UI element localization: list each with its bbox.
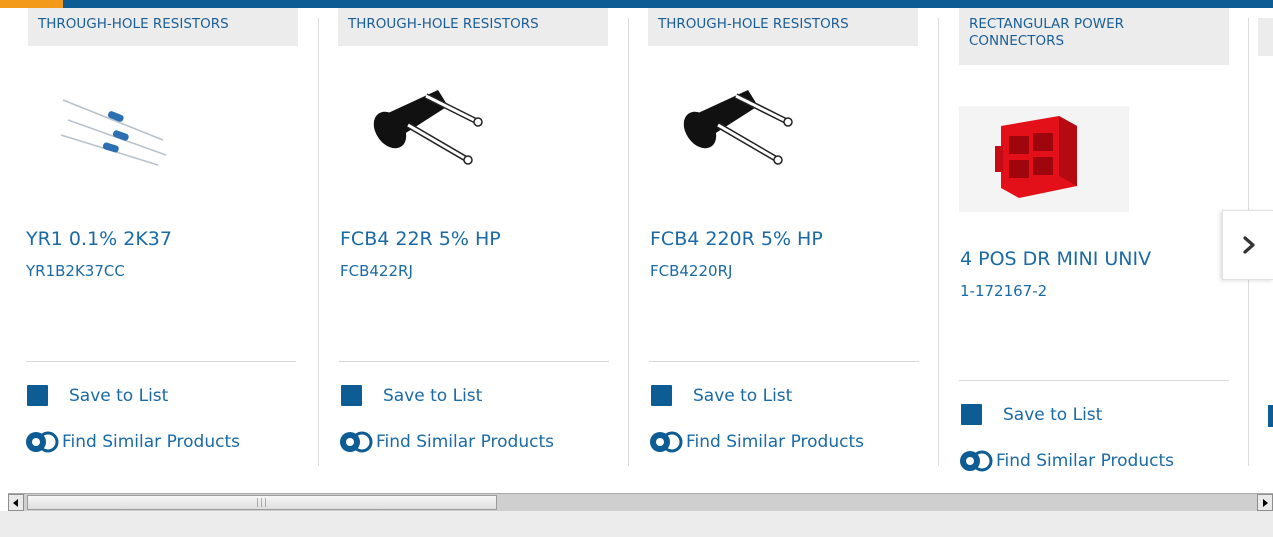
horizontal-scrollbar[interactable]: |||: [8, 493, 1273, 511]
save-to-list-button[interactable]: Save to List: [341, 385, 482, 406]
part-number[interactable]: FCB422RJ: [340, 262, 413, 280]
scroll-thumb[interactable]: |||: [27, 495, 497, 510]
top-accent-bar: [0, 0, 1273, 8]
category-tag[interactable]: RECTANGULAR POWER CONNECTORS: [959, 8, 1229, 65]
grip-icon: |||: [255, 497, 269, 508]
orange-accent: [0, 0, 63, 8]
red-connector-image[interactable]: [959, 106, 1129, 212]
category-tag[interactable]: THROUGH-HOLE RESISTORS: [338, 8, 608, 46]
product-card: RECTANGULAR POWER CONNECTORS 4 POS DR MI…: [959, 8, 1229, 488]
save-to-list-label: Save to List: [383, 385, 483, 406]
scroll-right-button[interactable]: [1257, 494, 1273, 511]
gear-icon: [340, 431, 373, 453]
card-divider: [628, 18, 629, 466]
power-resistor-image[interactable]: [368, 70, 488, 180]
save-to-list-button[interactable]: Save to List: [651, 385, 792, 406]
category-tag[interactable]: THROUGH-HOLE RESISTORS: [648, 8, 918, 46]
card-divider: [938, 18, 939, 466]
save-to-list-button[interactable]: Save to List: [961, 404, 1102, 425]
card-divider: [318, 18, 319, 466]
arrow-right-icon: [1263, 498, 1268, 507]
card-separator: [339, 361, 609, 362]
product-carousel: THROUGH-HOLE RESISTORS YR1 0.1% 2K37 YR1…: [0, 8, 1273, 490]
part-number[interactable]: FCB4220RJ: [650, 262, 732, 280]
footer-strip: [0, 511, 1273, 537]
gear-icon: [26, 431, 59, 453]
power-resistor-image[interactable]: [678, 70, 798, 180]
category-tag[interactable]: THROUGH-HOLE RESISTORS: [28, 8, 298, 46]
list-icon: [341, 385, 362, 406]
scroll-left-button[interactable]: [8, 494, 24, 511]
gear-icon: [960, 450, 993, 472]
find-similar-label: Find Similar Products: [996, 451, 1174, 471]
find-similar-button[interactable]: Find Similar Products: [338, 429, 554, 455]
list-icon: [651, 385, 672, 406]
next-card-edge: [1268, 405, 1273, 427]
arrow-left-icon: [13, 498, 18, 507]
product-title[interactable]: FCB4 220R 5% HP: [650, 228, 823, 250]
save-to-list-label: Save to List: [693, 385, 793, 406]
list-icon: [27, 385, 48, 406]
part-number[interactable]: YR1B2K37CC: [26, 262, 125, 280]
find-similar-button[interactable]: Find Similar Products: [958, 448, 1174, 474]
chevron-right-icon: [1242, 236, 1255, 254]
save-to-list-label: Save to List: [1003, 404, 1103, 425]
list-icon: [961, 404, 982, 425]
find-similar-label: Find Similar Products: [686, 432, 864, 452]
card-separator: [959, 380, 1229, 381]
product-card: THROUGH-HOLE RESISTORS FCB4 22R 5% HP FC…: [338, 8, 609, 488]
part-number[interactable]: 1-172167-2: [960, 282, 1047, 300]
next-card-edge: [1258, 18, 1273, 56]
product-card: THROUGH-HOLE RESISTORS YR1 0.1% 2K37 YR1…: [26, 8, 298, 488]
find-similar-label: Find Similar Products: [376, 432, 554, 452]
product-title[interactable]: YR1 0.1% 2K37: [26, 228, 172, 250]
carousel-next-button[interactable]: [1222, 210, 1273, 280]
product-title[interactable]: 4 POS DR MINI UNIV: [960, 248, 1151, 270]
find-similar-button[interactable]: Find Similar Products: [648, 429, 864, 455]
product-card: THROUGH-HOLE RESISTORS FCB4 220R 5% HP F…: [648, 8, 919, 488]
save-to-list-label: Save to List: [69, 385, 169, 406]
product-title[interactable]: FCB4 22R 5% HP: [340, 228, 501, 250]
resistor-strip-image[interactable]: [58, 80, 168, 170]
find-similar-label: Find Similar Products: [62, 432, 240, 452]
card-separator: [649, 361, 919, 362]
save-to-list-button[interactable]: Save to List: [27, 385, 168, 406]
card-separator: [26, 361, 296, 362]
gear-icon: [650, 431, 683, 453]
find-similar-button[interactable]: Find Similar Products: [24, 429, 240, 455]
